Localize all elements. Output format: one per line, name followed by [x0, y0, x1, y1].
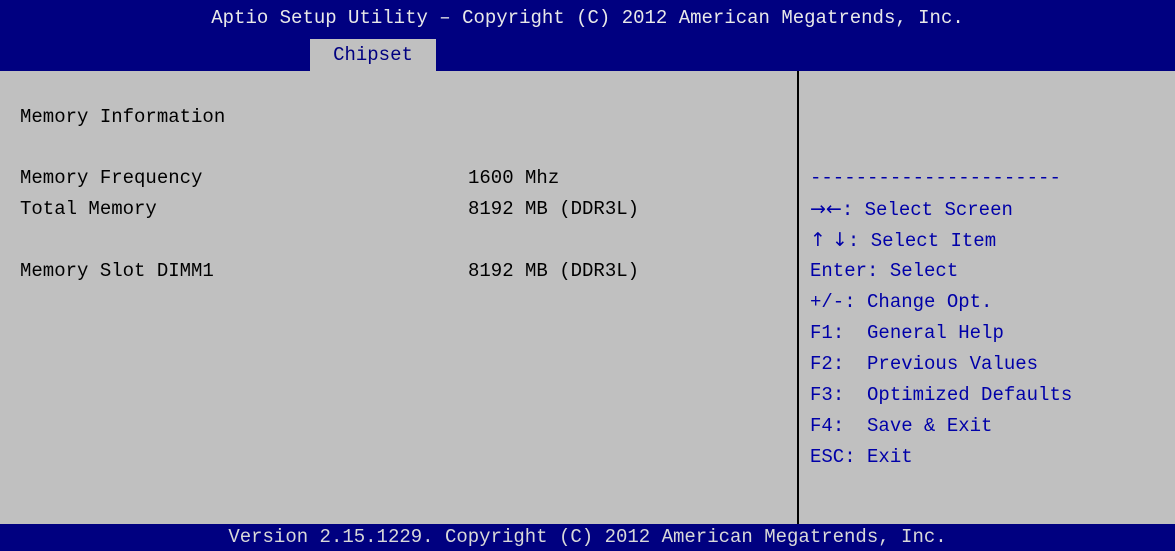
total-memory-label: Total Memory — [20, 198, 157, 220]
help-f4-key: F4 — [810, 415, 833, 437]
help-esc: ESC: Exit — [810, 445, 913, 469]
left-right-arrows-icon: →← — [810, 198, 842, 220]
help-f1-key: F1 — [810, 322, 833, 344]
help-enter-key: Enter — [810, 260, 868, 282]
help-f3: F3: Optimized Defaults — [810, 383, 1072, 407]
help-select-screen-text: : Select Screen — [841, 199, 1013, 221]
tab-chipset[interactable]: Chipset — [310, 39, 436, 71]
help-f3-key: F3 — [810, 384, 833, 406]
footer-version: Version 2.15.1229. Copyright (C) 2012 Am… — [0, 524, 1175, 551]
memory-slot-dimm1-value: 8192 MB (DDR3L) — [468, 260, 640, 282]
help-f4-text: : Save & Exit — [832, 415, 993, 437]
help-select-item: ↑ ↓: Select Item — [810, 228, 996, 253]
help-change-opt: +/-: Change Opt. — [810, 290, 992, 314]
bios-setup-screen: Aptio Setup Utility – Copyright (C) 2012… — [0, 0, 1175, 551]
memory-slot-dimm1-label: Memory Slot DIMM1 — [20, 260, 214, 282]
help-enter-text: : Select — [867, 260, 959, 282]
help-select-item-text: : Select Item — [847, 230, 997, 252]
total-memory-value: 8192 MB (DDR3L) — [468, 198, 640, 220]
memory-frequency-label: Memory Frequency — [20, 167, 203, 189]
help-f2: F2: Previous Values — [810, 352, 1038, 376]
section-title-memory-information: Memory Information — [20, 106, 226, 128]
title-bar: Aptio Setup Utility – Copyright (C) 2012… — [0, 0, 1175, 71]
help-separator: ---------------------- — [810, 167, 1061, 189]
help-f4: F4: Save & Exit — [810, 414, 992, 438]
panel-divider — [797, 71, 799, 524]
up-down-arrows-icon: ↑ ↓ — [810, 229, 848, 251]
help-f3-text: : Optimized Defaults — [832, 384, 1073, 406]
title-text: Aptio Setup Utility – Copyright (C) 2012… — [211, 7, 964, 29]
help-f2-key: F2 — [810, 353, 833, 375]
help-select-screen: →←: Select Screen — [810, 197, 1013, 222]
help-esc-text: : Exit — [844, 446, 913, 468]
help-f1: F1: General Help — [810, 321, 1004, 345]
help-change-opt-key: +/- — [810, 291, 845, 313]
help-f2-text: : Previous Values — [832, 353, 1039, 375]
help-change-opt-text: : Change Opt. — [844, 291, 993, 313]
help-esc-key: ESC — [810, 446, 845, 468]
memory-frequency-value: 1600 Mhz — [468, 167, 560, 189]
help-enter: Enter: Select — [810, 259, 958, 283]
help-f1-text: : General Help — [832, 322, 1004, 344]
